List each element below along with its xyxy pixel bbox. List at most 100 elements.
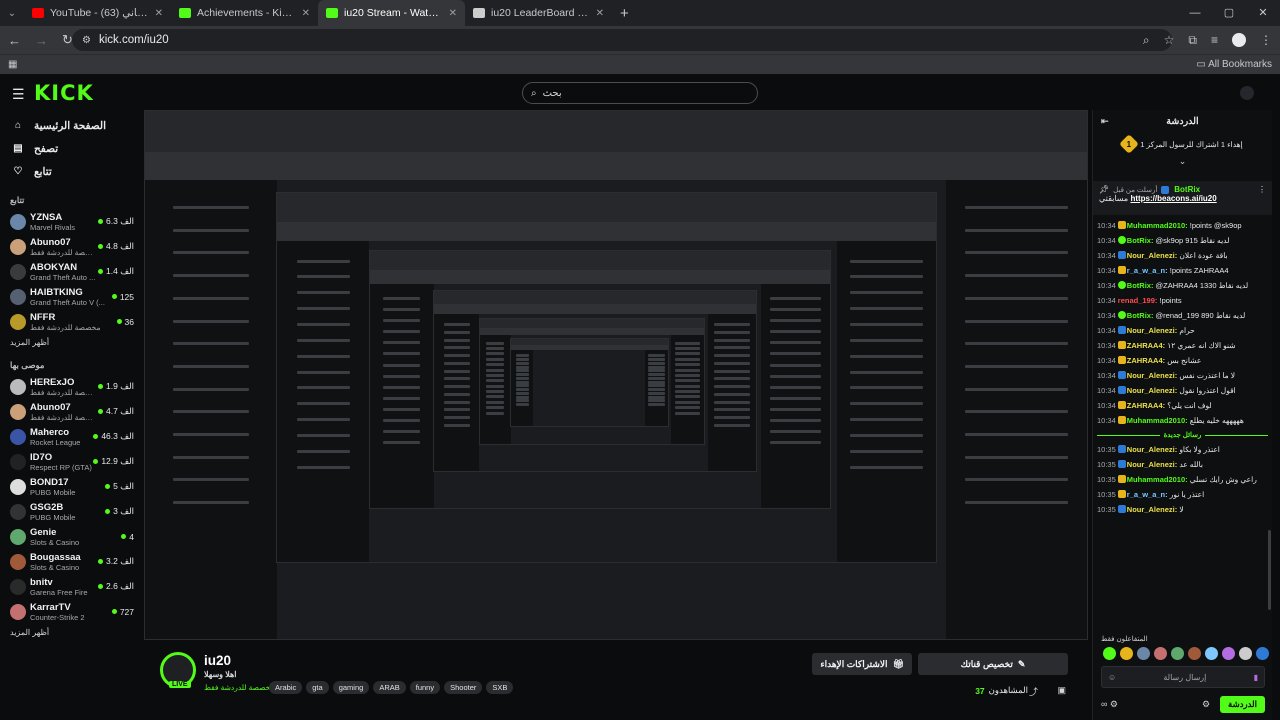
apps-icon[interactable]: ▦ — [8, 59, 17, 70]
maximize-icon[interactable]: ▢ — [1212, 0, 1246, 26]
stream-tag[interactable]: ARAB — [373, 681, 406, 694]
menu-icon[interactable]: ⋮ — [1260, 33, 1272, 47]
pinned-more-icon[interactable]: ⋮ — [1258, 185, 1266, 194]
channel-item[interactable]: Bougassaa Slots & Casino 3.2 الف — [0, 549, 140, 574]
channel-item[interactable]: Abuno07 مخصصة للدردشة فقط 4.8 الف — [0, 234, 140, 259]
show-more-recommended[interactable]: أظهر المزيد — [0, 628, 140, 644]
tab-close-icon[interactable]: ✕ — [302, 8, 310, 19]
channel-item[interactable]: KarrarTV Counter-Strike 2 727 — [0, 599, 140, 624]
streamer-name[interactable]: iu20 — [204, 653, 231, 668]
extensions-icon[interactable]: ⧉ — [1188, 33, 1197, 48]
stream-tag[interactable]: gaming — [332, 681, 370, 694]
message-username[interactable]: BotRix: — [1127, 281, 1154, 290]
channel-item[interactable]: YZNSA Marvel Rivals 6.3 الف — [0, 209, 140, 234]
chatter-avatar[interactable] — [1171, 647, 1184, 660]
gift-subs-button[interactable]: الاشتراكات الإهداء 🎁︎ — [812, 653, 912, 675]
browser-tab[interactable]: YouTube - بالعين غساني (63) ✕ — [24, 0, 171, 26]
chatter-avatar[interactable] — [1239, 647, 1252, 660]
profile-avatar[interactable] — [1232, 33, 1246, 47]
back-icon[interactable]: ← — [8, 33, 21, 48]
mic-icon[interactable]: ▮ — [1254, 673, 1258, 682]
kick-logo[interactable]: KICK — [34, 81, 94, 105]
channel-item[interactable]: bnitv Garena Free Fire 2.6 الف — [0, 574, 140, 599]
message-username[interactable]: Nour_Alenezi: — [1127, 445, 1177, 454]
emoji-icon[interactable]: ☺ — [1108, 673, 1116, 682]
message-username[interactable]: BotRix: — [1127, 236, 1154, 245]
browser-tab[interactable]: Achievements - Kick Dashboard ✕ — [171, 0, 318, 26]
message-username[interactable]: Nour_Alenezi: — [1127, 460, 1177, 469]
show-more-following[interactable]: أظهر المزيد — [0, 338, 140, 354]
message-username[interactable]: ZAHRAA4: — [1127, 341, 1165, 350]
sidebar-nav-item[interactable]: ⌂ الصفحة الرئيسية — [0, 114, 140, 137]
channel-item[interactable]: GSG2B PUBG Mobile 3 الف — [0, 499, 140, 524]
forward-icon[interactable]: → — [35, 33, 48, 48]
chat-send-button[interactable]: الدردشة — [1220, 695, 1265, 713]
browser-tab[interactable]: iu20 Stream - Watch Live on Kick ✕ — [318, 0, 465, 26]
message-username[interactable]: Nour_Alenezi: — [1127, 505, 1177, 514]
stream-tag[interactable]: SXB — [486, 681, 514, 694]
message-username[interactable]: ZAHRAA4: — [1127, 401, 1165, 410]
chatter-avatar[interactable] — [1137, 647, 1150, 660]
chatter-avatar[interactable] — [1256, 647, 1269, 660]
message-username[interactable]: BotRix: — [1127, 311, 1154, 320]
pinned-user[interactable]: BotRix — [1174, 185, 1200, 194]
message-username[interactable]: ZAHRAA4: — [1127, 356, 1165, 365]
hamburger-menu-icon[interactable]: ☰ — [12, 86, 25, 103]
url-field[interactable]: ⚙ kick.com/iu20 — [72, 29, 1172, 51]
message-username[interactable]: Muhammad2010: — [1127, 221, 1188, 230]
stream-category[interactable]: مخصصة للدردشة فقط — [204, 683, 275, 692]
chatter-avatar[interactable] — [1103, 647, 1116, 660]
all-bookmarks[interactable]: ▭ All Bookmarks — [1196, 59, 1272, 70]
channel-item[interactable]: ID7O Respect RP (GTA) 12.9 الف — [0, 449, 140, 474]
channel-item[interactable]: HAIBTKING Grand Theft Auto V (... 125 — [0, 284, 140, 309]
user-avatar[interactable] — [1240, 86, 1254, 100]
pinned-link[interactable]: https://beacons.ai/iu20 — [1130, 194, 1216, 203]
message-username[interactable]: renad_199: — [1118, 296, 1158, 305]
bookmark-star-icon[interactable]: ☆ — [1164, 33, 1175, 47]
message-username[interactable]: r_a_w_a_n: — [1127, 490, 1168, 499]
collapse-chat-icon[interactable]: ⇤ — [1101, 116, 1109, 127]
channel-item[interactable]: HERExJO مخصصة للدردشة فقط 1.9 الف — [0, 374, 140, 399]
sidebar-nav-item[interactable]: ▤ تصفح — [0, 137, 140, 160]
chat-scrollbar[interactable] — [1268, 530, 1271, 610]
chatter-avatar[interactable] — [1222, 647, 1235, 660]
tab-close-icon[interactable]: ✕ — [596, 8, 604, 19]
message-username[interactable]: Muhammad2010: — [1127, 416, 1188, 425]
new-messages-divider[interactable]: رسائل جديدة — [1097, 431, 1268, 439]
chat-settings-icons[interactable]: ∞ ⚙ — [1101, 699, 1118, 710]
chat-input[interactable]: ☺ إرسال رسالة ▮ — [1101, 666, 1265, 688]
message-username[interactable]: Nour_Alenezi: — [1127, 371, 1177, 380]
search-input[interactable]: ⌕ بحث — [522, 82, 758, 104]
gear-icon[interactable]: ⚙ — [1202, 699, 1210, 710]
expand-icon[interactable]: ⌄ — [1093, 156, 1272, 167]
chatter-avatar[interactable] — [1205, 647, 1218, 660]
channel-item[interactable]: BOND17 PUBG Mobile 5 الف — [0, 474, 140, 499]
channel-item[interactable]: Genie Slots & Casino 4 — [0, 524, 140, 549]
tab-close-icon[interactable]: ✕ — [155, 8, 163, 19]
chatter-avatar[interactable] — [1188, 647, 1201, 660]
channel-item[interactable]: NFFR مخصصة للدردشة فقط 36 — [0, 309, 140, 334]
channel-item[interactable]: Abuno07 مخصصة للدردشة فقط 4.7 الف — [0, 399, 140, 424]
tab-search-icon[interactable]: ⌄ — [0, 0, 24, 26]
message-username[interactable]: Nour_Alenezi: — [1127, 386, 1177, 395]
channel-item[interactable]: Maherco Rocket League 46.3 الف — [0, 424, 140, 449]
sidebar-nav-item[interactable]: ♡ تتابع — [0, 160, 140, 183]
site-info-icon[interactable]: ⚙ — [82, 35, 91, 46]
zoom-icon[interactable]: ⌕ — [1143, 33, 1150, 48]
channel-item[interactable]: ABOKYAN Grand Theft Auto ... 1.4 الف — [0, 259, 140, 284]
stream-tag[interactable]: funny — [409, 681, 441, 694]
stream-tag[interactable]: gta — [306, 681, 329, 694]
chatter-avatar[interactable] — [1154, 647, 1167, 660]
stream-tag[interactable]: Arabic — [269, 681, 303, 694]
stream-tag[interactable]: Shooter — [444, 681, 483, 694]
message-username[interactable]: Nour_Alenezi: — [1127, 251, 1177, 260]
browser-tab[interactable]: iu20 LeaderBoard | The best Ch ✕ — [465, 0, 612, 26]
close-icon[interactable]: ✕ — [1246, 0, 1280, 26]
video-player[interactable] — [144, 110, 1088, 640]
media-icon[interactable]: ≡ — [1211, 33, 1218, 47]
message-username[interactable]: Nour_Alenezi: — [1127, 326, 1177, 335]
message-username[interactable]: Muhammad2010: — [1127, 475, 1188, 484]
customize-channel-button[interactable]: تخصيص قناتك ✎ — [918, 653, 1068, 675]
theater-mode-icon[interactable]: ▣ — [1057, 685, 1066, 696]
minimize-icon[interactable]: — — [1178, 0, 1212, 26]
